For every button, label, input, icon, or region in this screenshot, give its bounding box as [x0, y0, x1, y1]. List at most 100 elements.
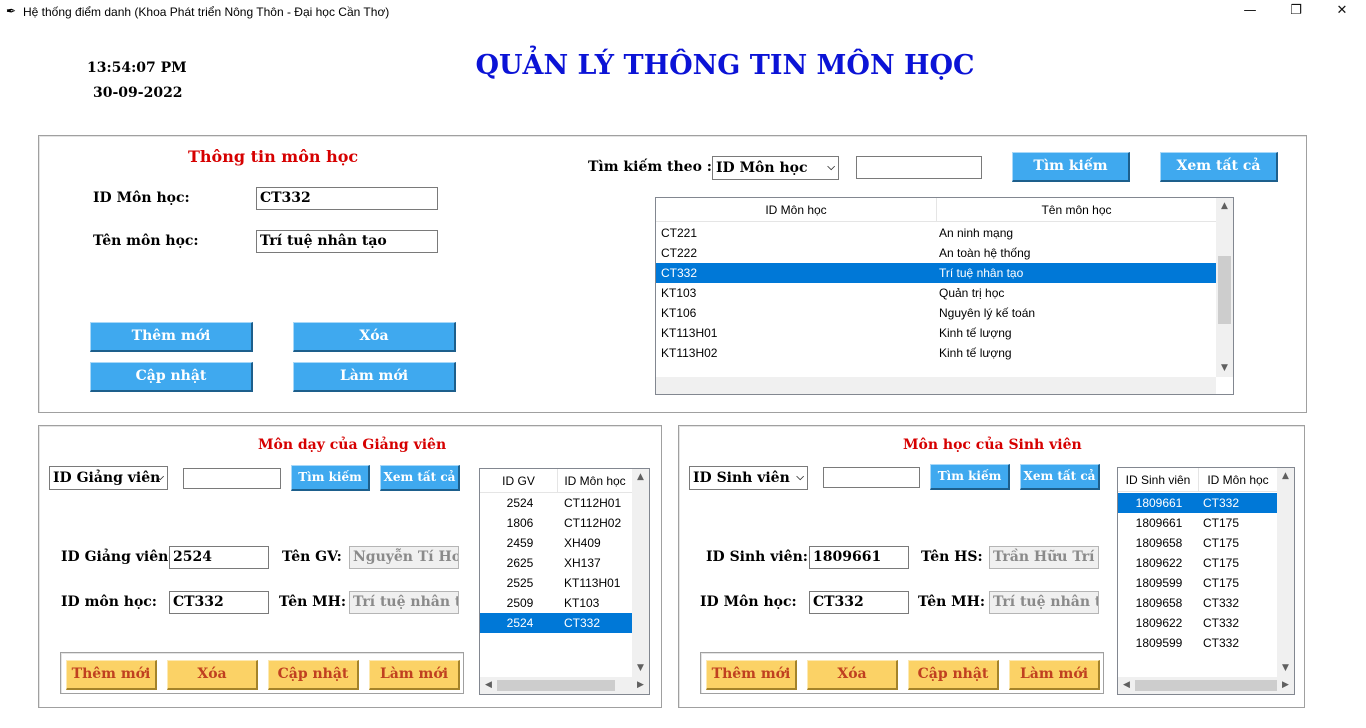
table-row[interactable]: 1809658 CT332: [1118, 593, 1277, 613]
window-title: Hệ thống điểm danh (Khoa Phát triển Nông…: [23, 5, 390, 19]
course-table-vscroll[interactable]: ▲ ▼: [1216, 198, 1233, 377]
course-view-all-button[interactable]: Xem tất cả: [1160, 152, 1278, 182]
course-id-input[interactable]: CT332: [256, 187, 438, 210]
teacher-table-hscroll[interactable]: ◀ ▶: [480, 677, 649, 694]
student-col-id[interactable]: ID Sinh viên: [1118, 468, 1198, 492]
chevron-right-icon[interactable]: ▶: [632, 677, 649, 694]
restore-button[interactable]: ❐: [1273, 0, 1319, 24]
table-cell: KT103: [661, 286, 697, 300]
course-delete-button[interactable]: Xóa: [293, 322, 456, 352]
teacher-course-id-input[interactable]: CT332: [169, 591, 269, 614]
teacher-id-input[interactable]: 2524: [169, 546, 269, 569]
table-row[interactable]: 2525 KT113H01: [480, 573, 632, 593]
table-row[interactable]: 2524 CT332: [480, 613, 632, 633]
table-row[interactable]: 1809661 CT175: [1118, 513, 1277, 533]
teacher-col-course[interactable]: ID Môn học: [558, 469, 632, 493]
table-row[interactable]: CT221 An ninh mạng: [656, 223, 1216, 243]
chevron-up-icon[interactable]: ▲: [1277, 468, 1294, 485]
student-course-id-input[interactable]: CT332: [809, 591, 909, 614]
course-search-input[interactable]: [856, 156, 982, 179]
table-cell: 2459: [506, 536, 534, 550]
teacher-table[interactable]: ID GV ID Môn học 2524 CT112H01 1806 CT112H0…: [479, 468, 650, 695]
table-cell: CT221: [661, 226, 698, 240]
table-row[interactable]: KT103 Quản trị học: [656, 283, 1216, 303]
student-table-hscroll[interactable]: ◀ ▶: [1118, 677, 1294, 694]
teacher-id-label: ID Giảng viên:: [61, 549, 174, 565]
table-cell: 2525: [506, 576, 534, 590]
teacher-col-id[interactable]: ID GV: [480, 469, 557, 493]
student-refresh-button[interactable]: Làm mới: [1009, 660, 1100, 690]
table-cell: CT332: [564, 616, 601, 630]
chevron-up-icon[interactable]: ▲: [632, 469, 649, 486]
student-view-all-button[interactable]: Xem tất cả: [1020, 464, 1100, 490]
course-update-button[interactable]: Cập nhật: [90, 362, 253, 392]
course-col-name[interactable]: Tên môn học: [937, 198, 1216, 222]
teacher-course-id-label: ID môn học:: [61, 594, 157, 610]
table-row[interactable]: KT106 Nguyên lý kế toán: [656, 303, 1216, 323]
teacher-refresh-button[interactable]: Làm mới: [369, 660, 460, 690]
table-row[interactable]: 1809599 CT332: [1118, 633, 1277, 653]
table-cell: 2524: [506, 496, 534, 510]
teacher-update-button[interactable]: Cập nhật: [268, 660, 359, 690]
table-row[interactable]: 2459 XH409: [480, 533, 632, 553]
close-button[interactable]: ✕: [1319, 0, 1365, 24]
student-add-button[interactable]: Thêm mới: [706, 660, 797, 690]
table-row[interactable]: 1806 CT112H02: [480, 513, 632, 533]
course-add-button[interactable]: Thêm mới: [90, 322, 253, 352]
table-row[interactable]: CT332 Trí tuệ nhân tạo: [656, 263, 1216, 283]
student-update-button[interactable]: Cập nhật: [908, 660, 999, 690]
teacher-search-by-select[interactable]: ID Giảng viên ⌵: [49, 466, 168, 490]
chevron-down-icon[interactable]: ▼: [632, 660, 649, 677]
student-table-vscroll[interactable]: ▲ ▼: [1277, 468, 1294, 677]
table-cell: Nguyên lý kế toán: [939, 306, 1036, 320]
chevron-down-icon[interactable]: ▼: [1216, 360, 1233, 377]
course-col-id[interactable]: ID Môn học: [656, 198, 936, 222]
student-table[interactable]: ID Sinh viên ID Môn học 1809661 CT332 1809…: [1117, 467, 1295, 695]
table-row[interactable]: KT113H02 Kinh tế lượng: [656, 343, 1216, 363]
search-by-label: Tìm kiếm theo :: [588, 159, 712, 175]
table-cell: 1809622: [1135, 556, 1183, 570]
table-row[interactable]: 2524 CT112H01: [480, 493, 632, 513]
course-search-by-select[interactable]: ID Môn học ⌵: [712, 156, 839, 180]
chevron-up-icon[interactable]: ▲: [1216, 198, 1233, 215]
chevron-down-icon[interactable]: ▼: [1277, 660, 1294, 677]
teacher-delete-button[interactable]: Xóa: [167, 660, 258, 690]
student-delete-button[interactable]: Xóa: [807, 660, 898, 690]
teacher-search-input[interactable]: [183, 468, 281, 489]
student-id-input[interactable]: 1809661: [809, 546, 909, 569]
teacher-table-vscroll[interactable]: ▲ ▼: [632, 469, 649, 677]
student-search-button[interactable]: Tìm kiếm: [930, 464, 1010, 490]
table-row[interactable]: 1809622 CT332: [1118, 613, 1277, 633]
teacher-add-button[interactable]: Thêm mới: [66, 660, 157, 690]
student-search-by-select[interactable]: ID Sinh viên ⌵: [689, 466, 808, 490]
student-search-input[interactable]: [823, 467, 920, 488]
minimize-button[interactable]: —: [1227, 0, 1273, 24]
table-cell: 2524: [506, 616, 534, 630]
course-name-input[interactable]: Trí tuệ nhân tạo: [256, 230, 438, 253]
chevron-right-icon[interactable]: ▶: [1277, 677, 1294, 694]
table-cell: XH409: [564, 536, 601, 550]
course-table-hscroll[interactable]: [656, 377, 1216, 394]
course-refresh-button[interactable]: Làm mới: [293, 362, 456, 392]
chevron-left-icon[interactable]: ◀: [480, 677, 497, 694]
table-row[interactable]: 2509 KT103: [480, 593, 632, 613]
table-row[interactable]: KT113H01 Kinh tế lượng: [656, 323, 1216, 343]
table-row[interactable]: 1809599 CT175: [1118, 573, 1277, 593]
table-row[interactable]: 1809658 CT175: [1118, 533, 1277, 553]
teacher-course-name-label: Tên MH:: [279, 594, 347, 610]
table-cell: Trí tuệ nhân tạo: [939, 266, 1024, 280]
table-row[interactable]: CT222 An toàn hệ thống: [656, 243, 1216, 263]
table-row[interactable]: 1809661 CT332: [1118, 493, 1277, 513]
chevron-left-icon[interactable]: ◀: [1118, 677, 1135, 694]
table-cell: XH137: [564, 556, 601, 570]
table-row[interactable]: 1809622 CT175: [1118, 553, 1277, 573]
table-cell: KT106: [661, 306, 697, 320]
table-cell: CT332: [1203, 596, 1240, 610]
teacher-search-button[interactable]: Tìm kiếm: [291, 465, 370, 491]
student-col-course[interactable]: ID Môn học: [1199, 468, 1277, 492]
teacher-view-all-button[interactable]: Xem tất cả: [380, 465, 460, 491]
course-table[interactable]: ID Môn học Tên môn học CT221 An ninh mạng…: [655, 197, 1234, 395]
course-search-button[interactable]: Tìm kiếm: [1012, 152, 1130, 182]
table-cell: CT222: [661, 246, 698, 260]
table-row[interactable]: 2625 XH137: [480, 553, 632, 573]
